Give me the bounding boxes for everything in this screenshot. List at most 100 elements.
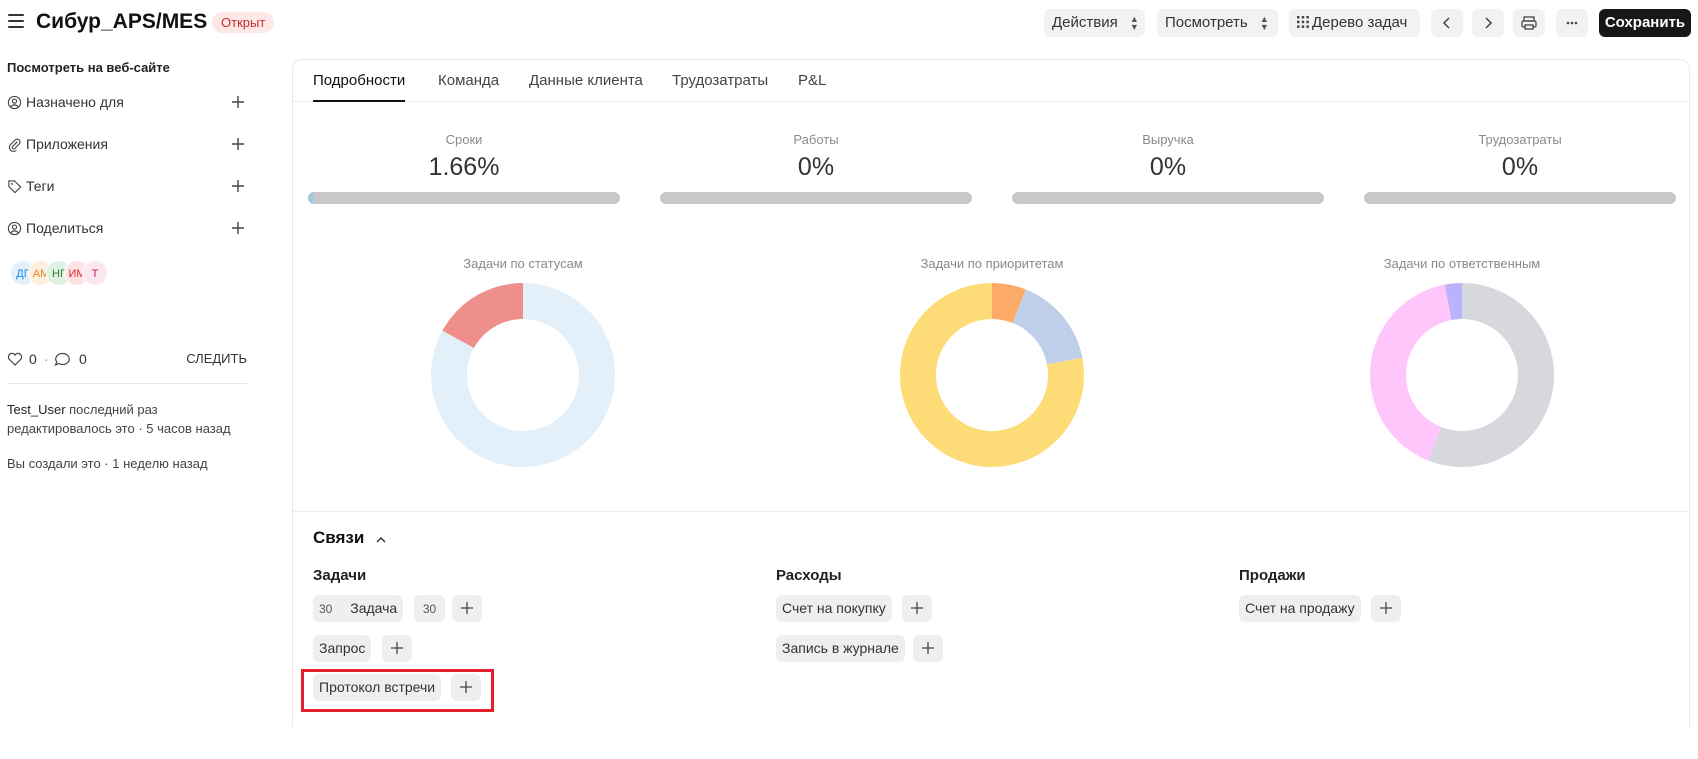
- metric-revenue: Выручка 0%: [1012, 132, 1324, 182]
- add-request-button[interactable]: [382, 635, 412, 662]
- sidebar-row-attachments[interactable]: Приложения: [7, 134, 247, 156]
- last-edited-text: Test_User последний раз редактировалось …: [7, 402, 231, 436]
- metric-value: 0%: [1149, 153, 1187, 181]
- actions-dropdown[interactable]: Действия ▲ ▼: [1044, 9, 1145, 37]
- main-panel: Подробности Команда Данные клиента Трудо…: [292, 59, 1690, 727]
- metric-label: Сроки: [445, 132, 483, 147]
- plus-icon: [911, 602, 923, 614]
- plus-icon[interactable]: [229, 219, 247, 237]
- sidebar-row-label: Назначено для: [26, 94, 124, 110]
- add-journal-entry-button[interactable]: [913, 635, 943, 662]
- sidebar-row-assigned[interactable]: Назначено для: [7, 92, 247, 114]
- donut-chart: [431, 283, 615, 467]
- purchase-invoice-link-chip[interactable]: Счет на покупку: [776, 595, 892, 622]
- avatar[interactable]: Т: [82, 260, 108, 286]
- links-section-title[interactable]: Связи: [313, 528, 364, 548]
- task-tree-label: Дерево задач: [1312, 14, 1408, 31]
- share-user-icon: [7, 221, 22, 236]
- task-link-chip[interactable]: 30 Задача: [313, 595, 404, 622]
- sidebar-row-label: Поделиться: [26, 220, 104, 236]
- comments-count: 0: [79, 351, 87, 367]
- metric-value: 0%: [1501, 153, 1539, 181]
- previous-button[interactable]: [1431, 9, 1463, 37]
- heart-icon[interactable]: [7, 352, 23, 366]
- sidebar-row-tags[interactable]: Теги: [7, 176, 247, 198]
- donut-chart: [1370, 283, 1554, 467]
- tab-details[interactable]: Подробности: [313, 72, 406, 102]
- metric-label: Выручка: [1142, 132, 1194, 147]
- save-button[interactable]: Сохранить: [1599, 9, 1691, 37]
- progress-bar: [660, 192, 972, 204]
- sidebar-divider: [7, 383, 247, 384]
- edit-user: Test_User: [7, 402, 66, 417]
- plus-icon: [461, 602, 473, 614]
- donut-slice[interactable]: [1012, 289, 1083, 365]
- comment-icon[interactable]: [54, 352, 71, 367]
- printer-icon: [1521, 16, 1537, 30]
- view-dropdown[interactable]: Посмотреть ▲ ▼: [1157, 9, 1278, 37]
- plus-icon: [1380, 602, 1392, 614]
- page-title: Сибур_APS/MES: [36, 10, 208, 33]
- progress-bar: [1012, 192, 1324, 204]
- paperclip-icon: [8, 138, 21, 152]
- user-assign-icon: [7, 95, 22, 110]
- chart-tasks-by-owner: Задачи по ответственным: [1312, 256, 1612, 467]
- plus-icon: [391, 642, 403, 654]
- reactions-row: 0 · 0 СЛЕДИТЬ: [7, 349, 247, 369]
- donut-chart: [900, 283, 1084, 467]
- likes-count: 0: [29, 351, 37, 367]
- follow-button[interactable]: СЛЕДИТЬ: [186, 351, 247, 366]
- task-tree-button[interactable]: Дерево задач: [1289, 9, 1420, 37]
- chevron-left-icon: [1442, 17, 1450, 29]
- chevron-right-icon: [1485, 17, 1493, 29]
- metric-works: Работы 0%: [660, 132, 972, 182]
- tab-customer-data[interactable]: Данные клиента: [529, 72, 643, 102]
- sidebar-row-label: Приложения: [26, 136, 108, 152]
- links-sales-title: Продажи: [1239, 567, 1306, 584]
- metric-label: Работы: [793, 132, 839, 147]
- plus-icon[interactable]: [229, 93, 247, 111]
- print-button[interactable]: [1513, 9, 1545, 37]
- tag-icon: [8, 180, 22, 194]
- metric-deadline: Сроки 1.66%: [308, 132, 620, 182]
- metric-labor: Трудозатраты 0%: [1364, 132, 1676, 182]
- chart-tasks-by-status: Задачи по статусам: [373, 256, 673, 467]
- more-button[interactable]: [1556, 9, 1588, 37]
- plus-icon: [922, 642, 934, 654]
- highlight-annotation: [301, 669, 494, 712]
- add-task-button[interactable]: [452, 595, 482, 622]
- add-sales-invoice-button[interactable]: [1371, 595, 1401, 622]
- tab-team[interactable]: Команда: [438, 72, 499, 102]
- metric-value: 0%: [797, 153, 835, 181]
- chart-title: Задачи по статусам: [463, 256, 583, 271]
- links-tasks-title: Задачи: [313, 567, 367, 584]
- tab-timesheets[interactable]: Трудозатраты: [672, 72, 768, 102]
- task-link-label: Задача: [350, 600, 398, 616]
- chevron-up-icon[interactable]: [374, 533, 388, 547]
- request-link-chip[interactable]: Запрос: [313, 635, 372, 662]
- sidebar-row-share[interactable]: Поделиться: [7, 218, 247, 240]
- status-badge: Открыт: [212, 12, 275, 33]
- plus-icon[interactable]: [229, 135, 247, 153]
- links-expenses-title: Расходы: [776, 567, 842, 584]
- task-count-chip[interactable]: 30: [414, 595, 445, 622]
- task-count-badge: 30: [319, 602, 333, 616]
- view-label: Посмотреть: [1165, 14, 1248, 31]
- sidebar-row-label: Теги: [26, 178, 55, 194]
- metric-label: Трудозатраты: [1478, 132, 1562, 147]
- plus-icon[interactable]: [229, 177, 247, 195]
- grid-icon: [1297, 16, 1309, 28]
- actions-label: Действия: [1052, 14, 1118, 31]
- journal-entry-link-chip[interactable]: Запись в журнале: [776, 635, 905, 662]
- add-purchase-invoice-button[interactable]: [902, 595, 932, 622]
- tab-pnl[interactable]: P&L: [798, 72, 826, 102]
- view-on-website-link[interactable]: Посмотреть на веб-сайте: [7, 60, 170, 75]
- updown-chevron-icon: ▲ ▼: [1259, 14, 1269, 33]
- updown-chevron-icon: ▲ ▼: [1129, 14, 1139, 33]
- menu-icon[interactable]: [8, 14, 24, 28]
- section-divider: [293, 511, 1689, 512]
- separator-dot: ·: [44, 351, 49, 367]
- sales-invoice-link-chip[interactable]: Счет на продажу: [1239, 595, 1361, 622]
- progress-fill: [308, 192, 314, 204]
- next-button[interactable]: [1472, 9, 1504, 37]
